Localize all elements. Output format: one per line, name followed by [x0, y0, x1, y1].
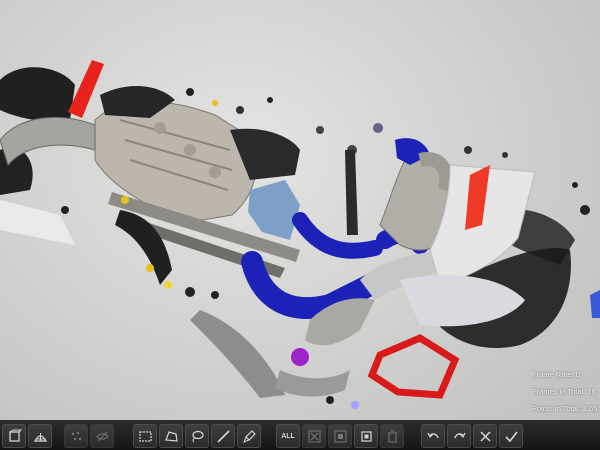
frames-total-stat: Frames in Total: 16 — [532, 383, 600, 400]
brush-icon — [242, 429, 256, 443]
line-icon — [216, 429, 230, 443]
point-tool-group — [64, 424, 114, 448]
undo-icon — [426, 432, 439, 438]
cancel-button[interactable] — [473, 424, 497, 448]
polygon-select-button[interactable] — [159, 424, 183, 448]
frames-total-label: Frames in Total: — [532, 387, 586, 396]
points-total-label: Points in Total: — [532, 404, 581, 413]
frames-total-value: 16 — [587, 387, 596, 396]
deselect-button[interactable] — [302, 424, 326, 448]
eye-off-icon — [95, 431, 109, 441]
selection-tool-group — [133, 424, 261, 448]
lasso-icon — [191, 430, 204, 442]
view-tool-group — [2, 424, 52, 448]
crop-selection-button[interactable] — [354, 424, 378, 448]
dome-mesh-icon — [33, 432, 47, 442]
select-all-button[interactable]: ALL — [276, 424, 300, 448]
point-cloud-button[interactable] — [64, 424, 88, 448]
lasso-select-button[interactable] — [185, 424, 209, 448]
points-total-value: 2,65 — [582, 404, 598, 413]
scan-statistics-panel: Frame Rate: 0 Frames in Total: 16 Points… — [532, 366, 600, 417]
mesh-view-button[interactable] — [28, 424, 52, 448]
line-select-button[interactable] — [211, 424, 235, 448]
redo-button[interactable] — [447, 424, 471, 448]
trash-icon — [387, 430, 397, 442]
3d-scan-viewport[interactable] — [0, 0, 600, 450]
delete-selection-button[interactable] — [380, 424, 404, 448]
box-view-button[interactable] — [2, 424, 26, 448]
frame-rate-value: 0 — [575, 370, 580, 379]
polygon-select-icon — [164, 430, 178, 442]
brush-select-button[interactable] — [237, 424, 261, 448]
crop-icon — [360, 430, 372, 442]
points-total-stat: Points in Total: 2,65 — [532, 400, 600, 417]
checkmark-icon — [504, 431, 518, 442]
undo-button[interactable] — [421, 424, 445, 448]
frame-rate-label: Frame Rate: — [532, 370, 574, 379]
hide-points-button[interactable] — [90, 424, 114, 448]
point-cloud-scan — [0, 60, 600, 409]
close-icon — [479, 430, 491, 442]
history-tool-group — [421, 424, 523, 448]
frame-rate-stat: Frame Rate: 0 — [532, 366, 600, 383]
redo-icon — [453, 432, 466, 438]
invert-selection-icon — [334, 430, 346, 442]
scatter-dots-icon — [71, 431, 81, 440]
edit-tool-group: ALL — [276, 424, 404, 448]
apply-button[interactable] — [499, 424, 523, 448]
bottom-toolbar: ALL — [0, 420, 600, 450]
rectangle-select-icon — [138, 430, 152, 442]
deselect-icon — [308, 430, 320, 442]
cube-icon — [8, 429, 22, 442]
rectangle-select-button[interactable] — [133, 424, 157, 448]
select-all-label: ALL — [281, 432, 295, 440]
invert-selection-button[interactable] — [328, 424, 352, 448]
